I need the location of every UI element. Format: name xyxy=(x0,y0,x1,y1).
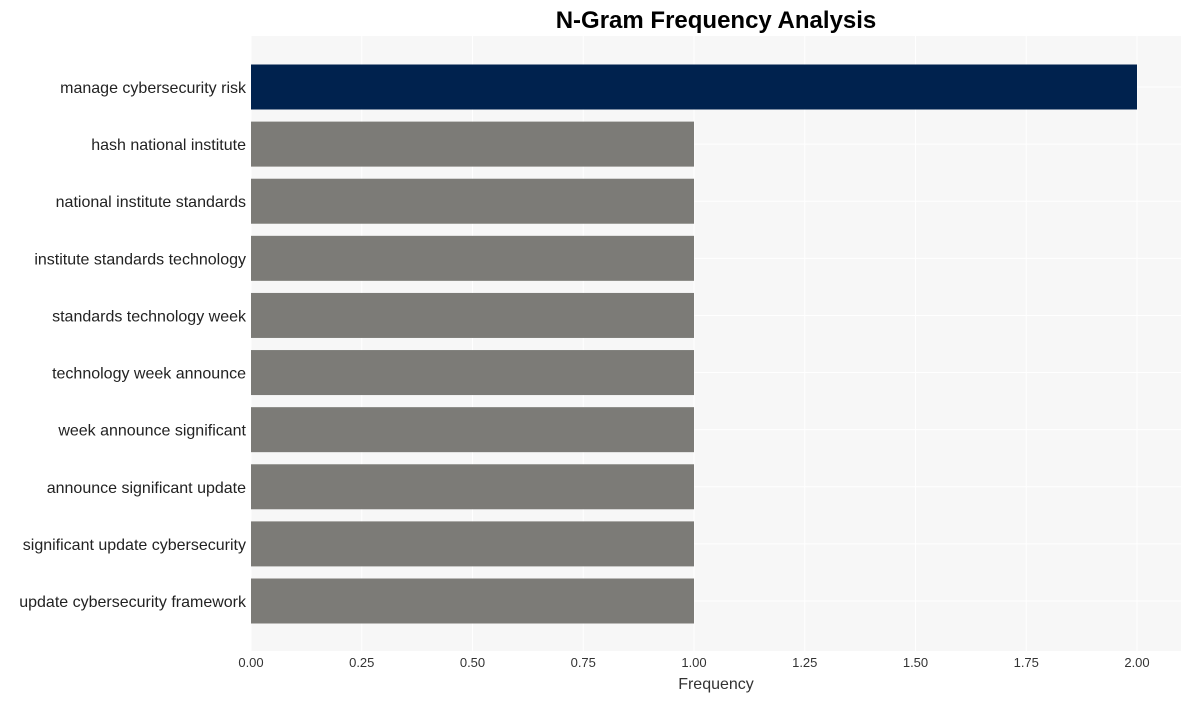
x-tick-label: 0.50 xyxy=(460,655,485,670)
bar xyxy=(251,178,694,224)
x-tick-label: 0.00 xyxy=(238,655,263,670)
y-tick-label: institute standards technology xyxy=(34,251,246,268)
y-tick-label: manage cybersecurity risk xyxy=(60,80,247,97)
bar xyxy=(251,121,694,167)
y-tick-labels: manage cybersecurity risk hash national i… xyxy=(19,80,247,611)
bar xyxy=(251,578,694,624)
bar xyxy=(251,235,694,281)
x-tick-label: 0.25 xyxy=(349,655,374,670)
ngram-bar-chart: manage cybersecurity risk hash national i… xyxy=(19,7,1181,693)
y-tick-label: update cybersecurity framework xyxy=(19,594,247,611)
x-tick-label: 1.50 xyxy=(903,655,928,670)
x-tick-label: 1.25 xyxy=(792,655,817,670)
x-tick-label: 1.75 xyxy=(1014,655,1039,670)
y-tick-label: week announce significant xyxy=(57,423,246,440)
chart-title: N-Gram Frequency Analysis xyxy=(556,7,877,34)
y-tick-label: significant update cybersecurity xyxy=(23,537,246,554)
x-tick-label: 2.00 xyxy=(1124,655,1149,670)
x-tick-label: 0.75 xyxy=(571,655,596,670)
x-tick-labels: 0.00 0.25 0.50 0.75 1.00 1.25 1.50 1.75 2.00 xyxy=(238,655,1149,670)
x-axis-label: Frequency xyxy=(678,676,754,693)
bar xyxy=(251,292,694,338)
bar xyxy=(251,350,694,396)
y-tick-label: standards technology week xyxy=(52,308,247,325)
bar xyxy=(251,521,694,567)
bar xyxy=(251,64,1137,110)
y-tick-label: announce significant update xyxy=(47,480,246,497)
x-tick-label: 1.00 xyxy=(681,655,706,670)
y-tick-label: hash national institute xyxy=(91,137,246,154)
y-tick-label: technology week announce xyxy=(52,366,246,383)
bar xyxy=(251,464,694,510)
y-tick-label: national institute standards xyxy=(56,194,246,211)
bar xyxy=(251,407,694,453)
